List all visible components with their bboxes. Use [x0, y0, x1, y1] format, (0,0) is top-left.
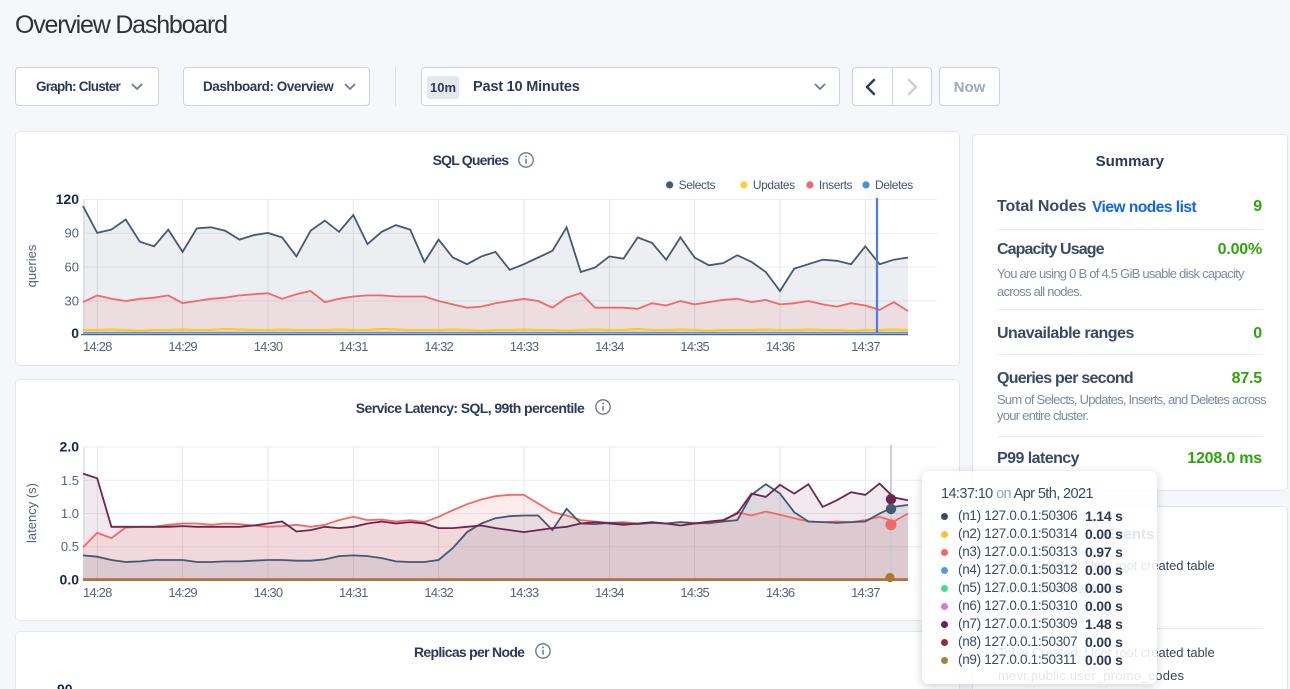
svg-text:14:32: 14:32	[424, 585, 453, 600]
svg-text:14:33: 14:33	[510, 585, 539, 600]
svg-text:Updates: Updates	[753, 178, 795, 192]
svg-text:Deletes: Deletes	[875, 178, 913, 192]
svg-text:14:32: 14:32	[424, 339, 453, 354]
svg-text:latency (s): latency (s)	[24, 483, 39, 543]
svg-text:0.5: 0.5	[61, 539, 79, 554]
svg-text:14:34: 14:34	[595, 339, 624, 354]
svg-text:14:29: 14:29	[168, 339, 197, 354]
svg-text:0: 0	[71, 325, 79, 341]
svg-text:queries: queries	[24, 244, 39, 287]
svg-text:14:30: 14:30	[254, 339, 283, 354]
svg-text:14:35: 14:35	[680, 339, 709, 354]
svg-text:Selects: Selects	[679, 178, 716, 192]
svg-text:2.0: 2.0	[60, 439, 80, 455]
svg-text:14:30: 14:30	[254, 585, 283, 600]
svg-text:Inserts: Inserts	[819, 178, 853, 192]
svg-text:60: 60	[65, 260, 79, 275]
svg-text:120: 120	[56, 191, 80, 207]
svg-text:90: 90	[65, 226, 79, 241]
svg-text:0.0: 0.0	[60, 572, 80, 588]
svg-text:14:34: 14:34	[595, 585, 624, 600]
svg-text:14:33: 14:33	[510, 339, 539, 354]
svg-text:1.0: 1.0	[61, 506, 79, 521]
svg-text:14:36: 14:36	[766, 339, 795, 354]
svg-text:14:37: 14:37	[851, 585, 880, 600]
svg-text:14:28: 14:28	[83, 339, 112, 354]
svg-text:14:31: 14:31	[339, 585, 368, 600]
svg-text:14:36: 14:36	[766, 585, 795, 600]
svg-text:14:29: 14:29	[168, 585, 197, 600]
svg-text:14:31: 14:31	[339, 339, 368, 354]
svg-text:30: 30	[65, 293, 79, 308]
svg-text:14:37: 14:37	[851, 339, 880, 354]
svg-text:14:35: 14:35	[680, 585, 709, 600]
svg-text:1.5: 1.5	[61, 473, 79, 488]
svg-text:14:28: 14:28	[83, 585, 112, 600]
